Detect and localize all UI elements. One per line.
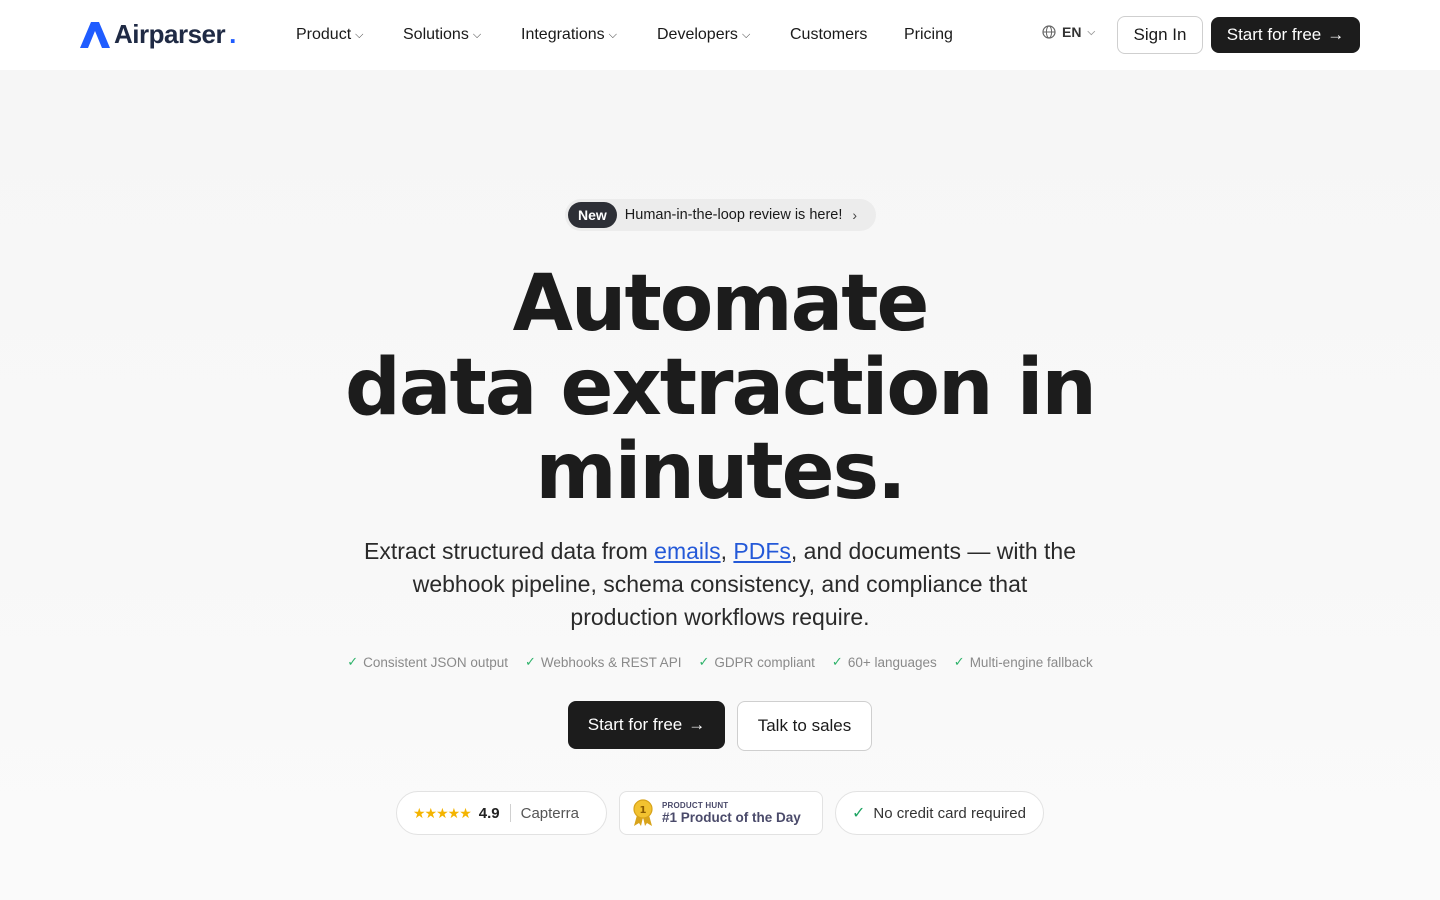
headline-line: Automate: [512, 259, 930, 349]
headline-line: minutes.: [535, 427, 906, 517]
logo-mark-icon: [80, 22, 110, 48]
hero-start-free-button[interactable]: Start for free →: [568, 701, 725, 749]
headline-line: data extraction in: [345, 343, 1097, 433]
no-credit-card-text: No credit card required: [873, 804, 1026, 822]
feature-item: ✓ Webhooks & REST API: [525, 654, 681, 670]
chevron-right-icon: ›: [852, 207, 858, 223]
nav-item-label: Solutions: [403, 26, 469, 43]
arrow-right-icon: →: [1327, 25, 1345, 44]
chevron-down-icon: ⌵: [741, 29, 751, 41]
logo-dot: .: [229, 18, 237, 49]
language-selector[interactable]: EN ⌵: [1042, 24, 1095, 40]
new-badge: New: [568, 202, 617, 228]
hero-subheading: Extract structured data from emails, PDF…: [360, 535, 1080, 634]
sign-in-button[interactable]: Sign In: [1117, 16, 1203, 54]
globe-icon: [1042, 25, 1056, 39]
nav-start-free-button[interactable]: Start for free →: [1211, 17, 1360, 53]
product-hunt-text: PRODUCT HUNT #1 Product of the Day: [662, 801, 801, 826]
nav-item-label: Integrations: [521, 26, 605, 43]
announcement-text: Human-in-the-loop review is here!: [624, 207, 843, 223]
chevron-down-icon: ⌵: [472, 29, 482, 41]
check-icon: ✓: [852, 805, 866, 822]
nav-item-pricing[interactable]: Pricing: [904, 22, 974, 48]
feature-label: 60+ languages: [847, 654, 937, 670]
feature-label: GDPR compliant: [714, 654, 815, 670]
top-navigation: Airparser. Product ⌵ Solutions ⌵ Integra…: [0, 0, 1440, 70]
start-free-label: Start for free: [1226, 25, 1322, 44]
nav-item-label: Customers: [790, 26, 868, 43]
product-hunt-label: PRODUCT HUNT: [662, 800, 729, 810]
talk-to-sales-button[interactable]: Talk to sales: [737, 701, 872, 751]
airparser-logo[interactable]: Airparser.: [80, 18, 236, 50]
chevron-down-icon: ⌵: [355, 29, 364, 41]
rating-source: Capterra: [520, 804, 579, 822]
nav-item-solutions[interactable]: Solutions ⌵: [403, 22, 521, 48]
sub-text: ,: [720, 538, 734, 564]
nav-item-integrations[interactable]: Integrations ⌵: [521, 22, 657, 48]
arrow-right-icon: →: [688, 715, 706, 734]
feature-item: ✓ GDPR compliant: [698, 654, 814, 670]
pdfs-link[interactable]: PDFs: [733, 538, 791, 564]
emails-link[interactable]: emails: [654, 538, 720, 564]
start-free-label: Start for free: [587, 715, 683, 734]
capterra-rating-badge[interactable]: ★★★★★ 4.9 Capterra: [396, 791, 607, 835]
medal-number: 1: [640, 805, 647, 816]
medal-icon: 1: [633, 799, 653, 826]
feature-label: Webhooks & REST API: [540, 654, 682, 670]
star-rating-icon: ★★★★★: [413, 804, 472, 821]
check-icon: ✓: [831, 654, 843, 669]
language-label: EN: [1062, 24, 1082, 40]
feature-item: ✓ Multi-engine fallback: [954, 654, 1093, 670]
nav-item-label: Product: [296, 26, 352, 43]
feature-item: ✓ 60+ languages: [832, 654, 937, 670]
check-icon: ✓: [953, 654, 965, 669]
no-credit-card-badge: ✓ No credit card required: [835, 791, 1044, 835]
nav-item-label: Developers: [657, 26, 738, 43]
hero-headline: Automate data extraction in minutes.: [0, 262, 1440, 514]
announcement-pill[interactable]: New Human-in-the-loop review is here! ›: [565, 199, 876, 231]
check-icon: ✓: [524, 654, 536, 669]
feature-item: ✓ Consistent JSON output: [347, 654, 508, 670]
product-hunt-award: #1 Product of the Day: [662, 809, 801, 825]
nav-item-customers[interactable]: Customers: [790, 22, 904, 48]
nav-item-label: Pricing: [904, 26, 953, 43]
nav-item-product[interactable]: Product ⌵: [296, 22, 403, 48]
chevron-down-icon: ⌵: [608, 29, 617, 41]
logo-text: Airparser: [114, 18, 226, 49]
main-menu: Product ⌵ Solutions ⌵ Integrations ⌵ Dev…: [296, 22, 974, 48]
check-icon: ✓: [347, 654, 359, 669]
nav-item-developers[interactable]: Developers ⌵: [657, 22, 790, 48]
feature-list: ✓ Consistent JSON output ✓ Webhooks & RE…: [0, 654, 1440, 670]
product-hunt-badge[interactable]: 1 PRODUCT HUNT #1 Product of the Day: [619, 791, 823, 835]
rating-value: 4.9: [478, 804, 500, 822]
check-icon: ✓: [698, 654, 710, 669]
divider: [509, 804, 511, 822]
feature-label: Multi-engine fallback: [969, 654, 1093, 670]
feature-label: Consistent JSON output: [363, 654, 508, 670]
chevron-down-icon: ⌵: [1087, 26, 1096, 38]
sub-text: Extract structured data from: [363, 538, 655, 564]
